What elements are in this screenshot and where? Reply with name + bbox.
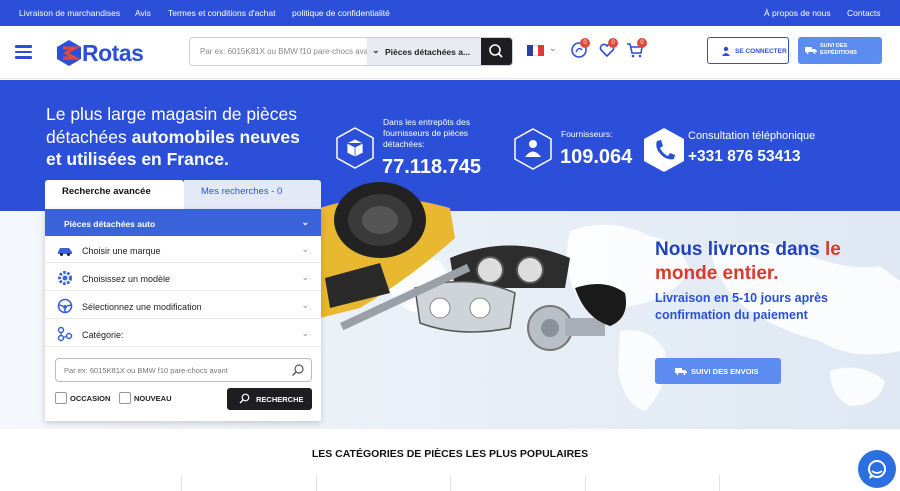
parts-type-label: Pièces détachées auto	[64, 219, 156, 229]
new-checkbox[interactable]	[119, 392, 131, 404]
search-icon	[489, 44, 503, 58]
search-tabs: Recherche avancée Mes recherches - 0	[45, 180, 321, 210]
model-select-label: Choisissez un modèle	[82, 274, 171, 284]
brand-select-label: Choisir une marque	[82, 246, 161, 256]
track-shipments-promo-button[interactable]: SUIVI DES ENVOIS	[655, 358, 781, 384]
model-select[interactable]: Choisissez un modèle ⌄	[45, 264, 321, 291]
advanced-search-panel: Pièces détachées auto ⌄ Choisir une marq…	[45, 209, 321, 421]
track-shipments-promo-label: SUIVI DES ENVOIS	[691, 367, 759, 376]
track-label-line2: EXPÉDITIONS	[820, 50, 857, 56]
modification-select-label: Sélectionnez une modification	[82, 302, 202, 312]
category-divider	[450, 475, 451, 491]
steering-wheel-icon	[57, 298, 73, 314]
favorites-count-badge: 0	[608, 38, 618, 48]
chevron-down-icon: ⌄	[372, 45, 380, 55]
chevron-down-icon[interactable]: ⌄	[549, 43, 557, 54]
chevron-down-icon: ⌄	[301, 272, 309, 282]
car-icon	[58, 248, 72, 256]
menu-icon[interactable]	[15, 45, 32, 59]
login-label: SE CONNECTER	[735, 48, 787, 55]
stat-suppliers-value: 109.064	[560, 146, 633, 168]
promo-heading: Nous livrons dans le monde entier.	[655, 239, 841, 284]
header-search-input[interactable]	[190, 38, 368, 65]
chevron-down-icon: ⌄	[301, 300, 309, 310]
cart-count-badge: 0	[637, 38, 647, 48]
topbar-link-about[interactable]: À propos de nous	[764, 8, 831, 18]
stat-suppliers-label: Fournisseurs:	[561, 129, 613, 139]
track-shipments-button[interactable]: SUIVI DES EXPÉDITIONS	[798, 37, 882, 64]
stat-phone-label: Consultation téléphonique	[688, 130, 816, 142]
logo-text: Rotas	[82, 40, 144, 66]
category-divider	[181, 475, 182, 491]
panel-search-button[interactable]: RECHERCHE	[227, 388, 312, 410]
truck-icon	[675, 368, 687, 375]
person-icon	[514, 128, 552, 170]
language-flag-icon[interactable]	[527, 45, 545, 56]
header-search-button[interactable]	[481, 38, 512, 65]
hero-tagline: Le plus large magasin de pièces détachée…	[46, 104, 300, 169]
truck-icon	[805, 47, 817, 54]
search-icon[interactable]	[291, 363, 305, 377]
tab-my-searches[interactable]: Mes recherches - 0	[184, 180, 321, 210]
search-icon	[239, 393, 250, 404]
stat-warehouse-value: 77.118.745	[382, 156, 481, 178]
category-select[interactable]: Catégorie: ⌄	[45, 320, 321, 347]
user-icon	[722, 46, 730, 56]
used-checkbox-label: OCCASION	[70, 394, 111, 403]
category-select-label: Catégorie:	[82, 330, 124, 340]
chevron-down-icon: ⌄	[301, 328, 309, 338]
search-category-label: Pièces détachées a...	[385, 47, 471, 57]
messages-count-badge: 0	[580, 38, 590, 48]
live-chat-button[interactable]	[858, 450, 896, 488]
popular-categories-title: LES CATÉGORIES DE PIÈCES LES PLUS POPULA…	[311, 448, 589, 460]
category-divider	[585, 475, 586, 491]
top-nav-bar: Livraison de marchandises Avis Termes et…	[0, 0, 900, 26]
category-divider	[719, 475, 720, 491]
car-parts-image	[320, 182, 626, 351]
topbar-link-terms[interactable]: Termes et conditions d'achat	[168, 8, 275, 18]
parts-type-select[interactable]: Pièces détachées auto ⌄	[45, 209, 321, 236]
panel-search-input[interactable]	[56, 359, 281, 381]
promo-subtext: Livraison en 5-10 jours après confirmati…	[655, 291, 828, 322]
category-nodes-icon	[57, 326, 73, 342]
stat-phone-value[interactable]: +331 876 53413	[688, 148, 801, 166]
gear-icon	[58, 271, 72, 285]
search-category-select[interactable]: ⌄ Pièces détachées a...	[367, 38, 482, 65]
panel-search	[55, 358, 312, 382]
chevron-down-icon: ⌄	[301, 244, 309, 254]
category-divider	[316, 475, 317, 491]
logo-mark-icon	[57, 40, 81, 66]
stat-warehouse-label: Dans les entrepôts des fournisseurs de p…	[383, 117, 470, 149]
header-search: ⌄ Pièces détachées a...	[189, 37, 513, 66]
topbar-link-contacts[interactable]: Contacts	[847, 8, 881, 18]
chevron-down-icon: ⌄	[301, 217, 309, 227]
tab-advanced-search[interactable]: Recherche avancée	[45, 180, 184, 210]
site-header: Rotas ⌄ Pièces détachées a... ⌄ 0 0 0	[0, 26, 900, 79]
brand-select[interactable]: Choisir une marque ⌄	[45, 236, 321, 263]
phone-icon[interactable]	[643, 127, 685, 173]
used-checkbox[interactable]	[55, 392, 67, 404]
modification-select[interactable]: Sélectionnez une modification ⌄	[45, 292, 321, 319]
site-logo[interactable]: Rotas	[56, 39, 164, 67]
panel-search-button-label: RECHERCHE	[256, 395, 304, 404]
topbar-link-reviews[interactable]: Avis	[135, 8, 151, 18]
chat-icon	[868, 460, 886, 479]
topbar-link-delivery[interactable]: Livraison de marchandises	[19, 8, 120, 18]
topbar-link-privacy[interactable]: politique de confidentialité	[292, 8, 390, 18]
login-button[interactable]: SE CONNECTER	[707, 37, 789, 64]
new-checkbox-label: NOUVEAU	[134, 394, 172, 403]
box-icon	[336, 127, 374, 169]
track-label-line1: SUIVI DES	[820, 43, 848, 49]
